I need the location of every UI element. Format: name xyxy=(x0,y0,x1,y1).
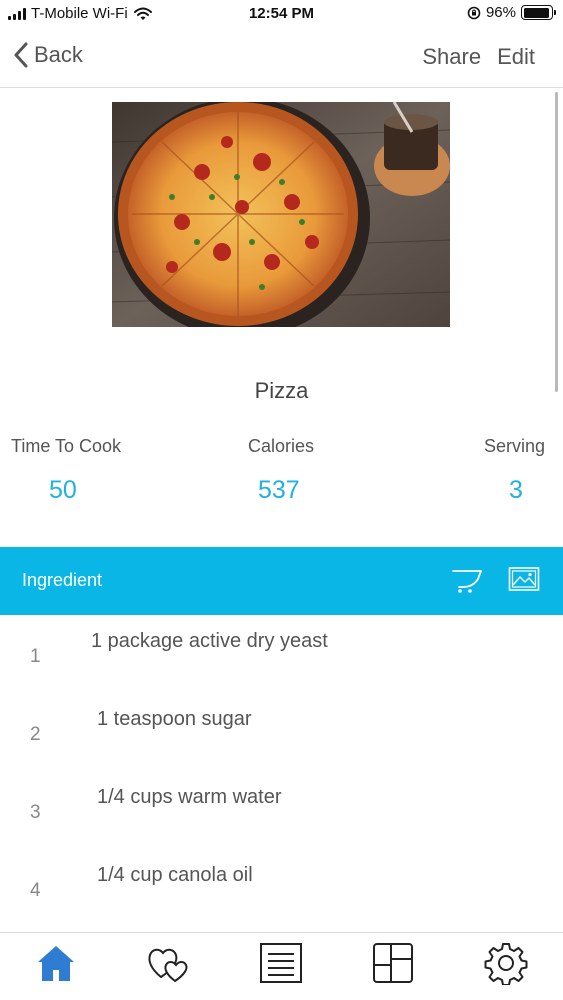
edit-button[interactable]: Edit xyxy=(497,44,535,70)
back-label: Back xyxy=(34,42,83,67)
ingredient-number: 2 xyxy=(30,724,41,745)
back-button[interactable]: Back xyxy=(14,42,83,68)
scroll-indicator[interactable] xyxy=(555,92,558,392)
list-item[interactable]: 3 1/4 cups warm water xyxy=(0,772,563,850)
settings-icon[interactable] xyxy=(484,941,528,985)
cart-icon[interactable] xyxy=(451,565,485,595)
ingredient-number: 1 xyxy=(30,646,41,667)
battery-level xyxy=(523,7,550,18)
ingredient-number: 4 xyxy=(30,880,41,901)
list-item[interactable]: 2 1 teaspoon sugar xyxy=(0,694,563,772)
list-icon[interactable] xyxy=(259,941,303,985)
recipe-photo xyxy=(112,102,450,327)
battery-percent: 96% xyxy=(485,4,516,21)
status-bar: T-Mobile Wi-Fi 12:54 PM 96% xyxy=(0,0,563,30)
ingredient-text: 1 teaspoon sugar xyxy=(97,708,252,730)
image-icon[interactable] xyxy=(508,565,540,593)
list-item[interactable]: 1 1 package active dry yeast xyxy=(0,616,563,694)
chevron-left-icon xyxy=(14,42,28,68)
categories-icon[interactable] xyxy=(371,941,415,985)
battery-info: 96% xyxy=(467,4,556,21)
ingredient-number: 3 xyxy=(30,802,41,823)
favorites-icon[interactable] xyxy=(147,941,191,985)
ingredient-header-title: Ingredient xyxy=(22,570,103,590)
ingredient-text: 1/4 cup canola oil xyxy=(97,864,253,886)
nav-actions: Share Edit xyxy=(422,44,535,70)
home-icon[interactable] xyxy=(34,941,78,985)
calories-label: Calories xyxy=(248,436,315,456)
serving-value: 3 xyxy=(509,476,523,504)
recipe-title: Pizza xyxy=(254,378,309,403)
calories-value: 537 xyxy=(258,476,300,504)
time-to-cook-value: 50 xyxy=(49,476,77,504)
ingredient-header: Ingredient xyxy=(0,547,563,615)
battery-icon xyxy=(521,5,556,20)
tab-bar xyxy=(0,932,563,1000)
ingredient-text: 1/4 cups warm water xyxy=(97,786,282,808)
ingredient-text: 1 package active dry yeast xyxy=(91,630,328,652)
orientation-lock-icon xyxy=(467,6,481,19)
serving-label: Serving xyxy=(483,436,545,456)
list-item[interactable]: 4 1/4 cup canola oil xyxy=(0,850,563,928)
time-to-cook-label: Time To Cook xyxy=(11,436,122,456)
share-button[interactable]: Share xyxy=(422,44,481,70)
navigation-bar: Back Share Edit xyxy=(0,30,563,88)
